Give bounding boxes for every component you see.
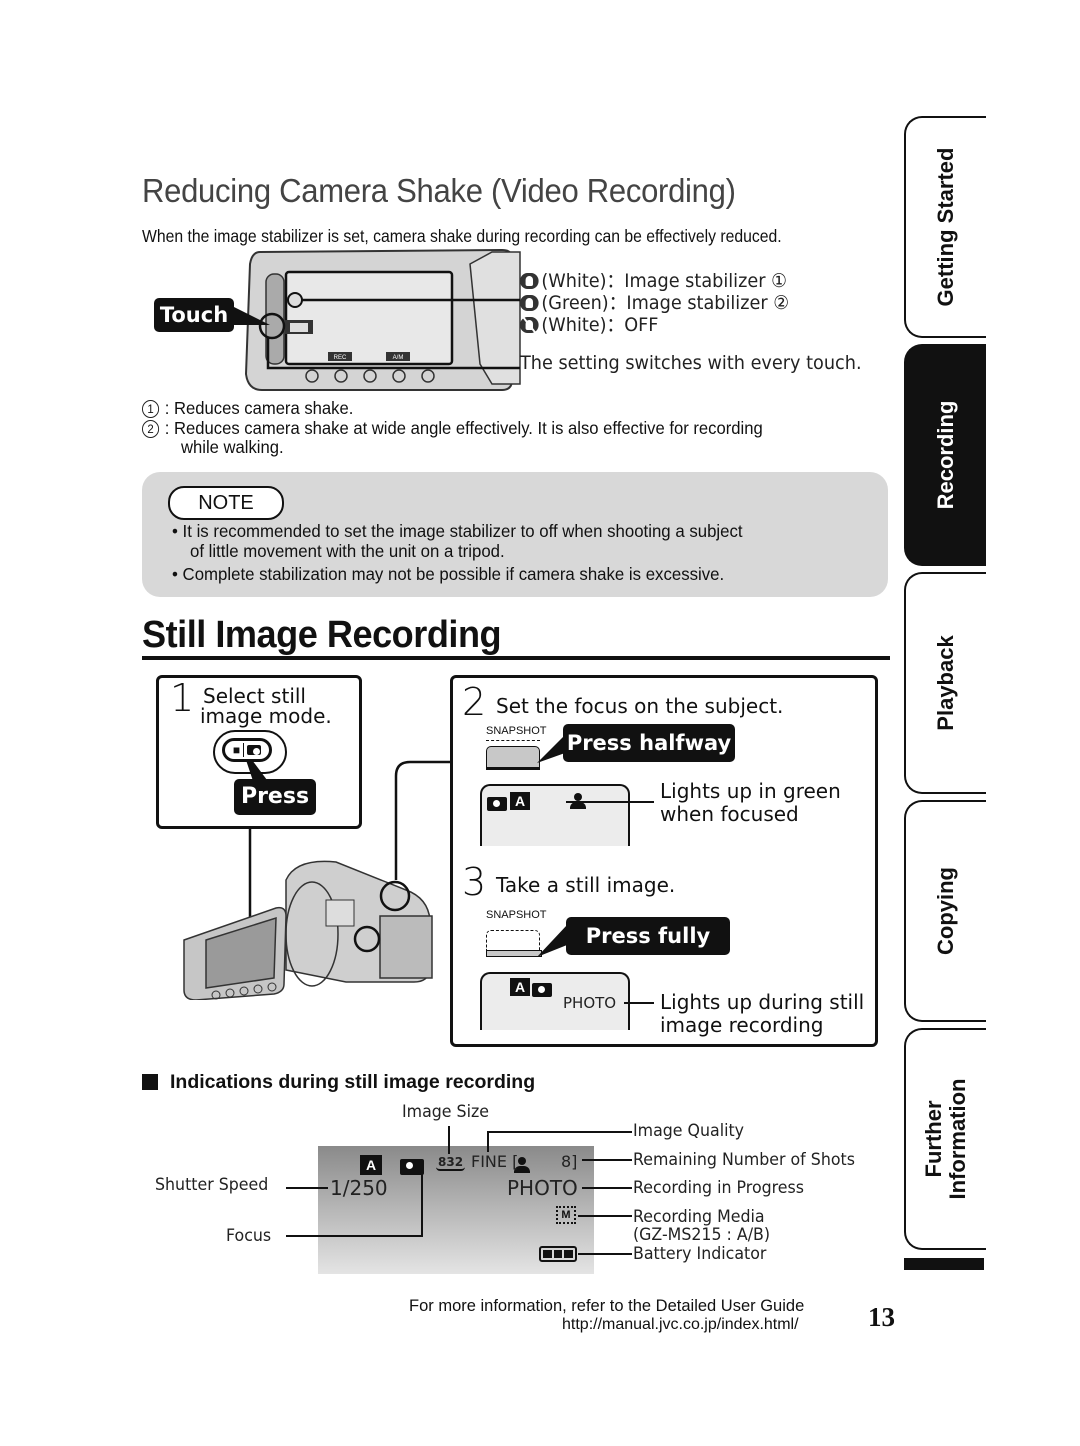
- stabilizer-green-icon: [520, 295, 539, 311]
- step-2-text: Set the focus on the subject.: [496, 694, 784, 718]
- shutter-speed-value: 1/250: [330, 1176, 388, 1200]
- label-remaining-shots: Remaining Number of Shots: [633, 1150, 855, 1170]
- snapshot-button-half-pressed: [486, 746, 540, 770]
- label-media-models: (GZ-MS215 : A/B): [633, 1225, 771, 1245]
- step-1-number: 1: [170, 676, 195, 720]
- camera-mode-icon: [531, 983, 552, 997]
- page-number: 13: [868, 1302, 895, 1332]
- press-fully-pointer: [537, 925, 567, 957]
- note-item-1-continued: of little movement with the unit on a tr…: [190, 541, 505, 561]
- tab-getting-started[interactable]: Getting Started: [904, 116, 986, 338]
- video-camera-icon: ■: [232, 743, 241, 757]
- svg-text:REC: REC: [334, 355, 347, 361]
- lcd-photo-text: PHOTO: [563, 994, 617, 1012]
- photo-camera-icon: [247, 745, 262, 755]
- focus-desc-line1: Lights up in green: [660, 779, 841, 803]
- auto-mode-icon: A: [360, 1155, 382, 1175]
- tab-copying[interactable]: Copying: [904, 800, 986, 1022]
- label-battery: Battery Indicator: [633, 1244, 767, 1264]
- lcd-screen: [284, 270, 454, 366]
- tab-further-information[interactable]: Further Information: [904, 1028, 986, 1250]
- footnote-2: 2: Reduces camera shake at wide angle ef…: [142, 418, 763, 439]
- camera-mode-icon: [487, 797, 507, 811]
- focus-desc-line2: when focused: [660, 802, 799, 826]
- footnote-1: 1: Reduces camera shake.: [142, 398, 353, 419]
- press-callout: Press: [234, 779, 316, 815]
- image-quality-value: FINE [: [471, 1152, 519, 1171]
- square-bullet-icon: [142, 1074, 158, 1090]
- section-title-still-image: Still Image Recording: [142, 614, 502, 656]
- note-tag: NOTE: [168, 486, 284, 520]
- lcd-preview-focus: [480, 784, 630, 846]
- svg-text:A/M: A/M: [393, 355, 404, 361]
- label-shutter-speed: Shutter Speed: [155, 1175, 269, 1195]
- label-recording-in-progress: Recording in Progress: [633, 1178, 805, 1198]
- legend-stabilizer-off: (White)：OFF: [520, 310, 658, 337]
- footnote-2-continued: while walking.: [181, 437, 284, 457]
- step-3-text: Take a still image.: [496, 873, 676, 897]
- tab-playback[interactable]: Playback: [904, 572, 986, 794]
- tab-recording[interactable]: Recording: [904, 344, 986, 566]
- mode-switch-button[interactable]: ■: [222, 738, 272, 762]
- title-underline: [142, 656, 890, 660]
- label-image-size: Image Size: [402, 1102, 489, 1122]
- camera-mode-icon: [400, 1159, 425, 1175]
- label-focus: Focus: [226, 1226, 272, 1246]
- stabilizer-white-icon: [520, 273, 539, 289]
- snapshot-button-fully-pressed: [486, 950, 542, 957]
- battery-icon: [539, 1246, 577, 1262]
- label-image-quality: Image Quality: [633, 1121, 745, 1141]
- press-fully-callout: Press fully: [566, 917, 730, 955]
- photo-desc-line1: Lights up during still: [660, 990, 865, 1014]
- footer-url[interactable]: http://manual.jvc.co.jp/index.html/: [562, 1316, 799, 1334]
- note-item-2: • Complete stabilization may not be poss…: [172, 564, 725, 584]
- step-1-line2: image mode.: [200, 704, 332, 728]
- camcorder-illustration: [183, 860, 433, 1000]
- label-recording-media: Recording Media: [633, 1207, 765, 1227]
- footer-more-info: For more information, refer to the Detai…: [409, 1297, 805, 1315]
- touch-callout: Touch: [154, 298, 234, 332]
- indications-heading: Indications during still image recording: [170, 1071, 536, 1093]
- recording-media-icon: M: [556, 1206, 576, 1224]
- stabilizer-off-icon: [520, 317, 539, 333]
- step-3-number: 3: [462, 860, 487, 904]
- stabilizer-indicator-icon: [287, 292, 303, 308]
- auto-mode-icon: A: [510, 792, 530, 810]
- auto-mode-icon: A: [510, 978, 530, 996]
- note-item-1: • It is recommended to set the image sta…: [172, 521, 743, 541]
- image-size-value: 832: [436, 1155, 466, 1171]
- tab-bottom-bar: [904, 1258, 984, 1270]
- step-2-number: 2: [462, 680, 487, 724]
- remaining-shots-value: 8]: [561, 1152, 578, 1171]
- recording-photo-value: PHOTO: [507, 1176, 578, 1200]
- section-title-camera-shake: Reducing Camera Shake (Video Recording): [142, 172, 736, 209]
- snapshot-label-3: SNAPSHOT: [486, 909, 547, 921]
- press-halfway-callout: Press halfway: [563, 724, 735, 762]
- touch-callout-pointer: [230, 305, 270, 325]
- snapshot-button-outline-3: [486, 930, 540, 950]
- photo-desc-line2: image recording: [660, 1013, 824, 1037]
- switch-note: The setting switches with every touch.: [520, 352, 862, 374]
